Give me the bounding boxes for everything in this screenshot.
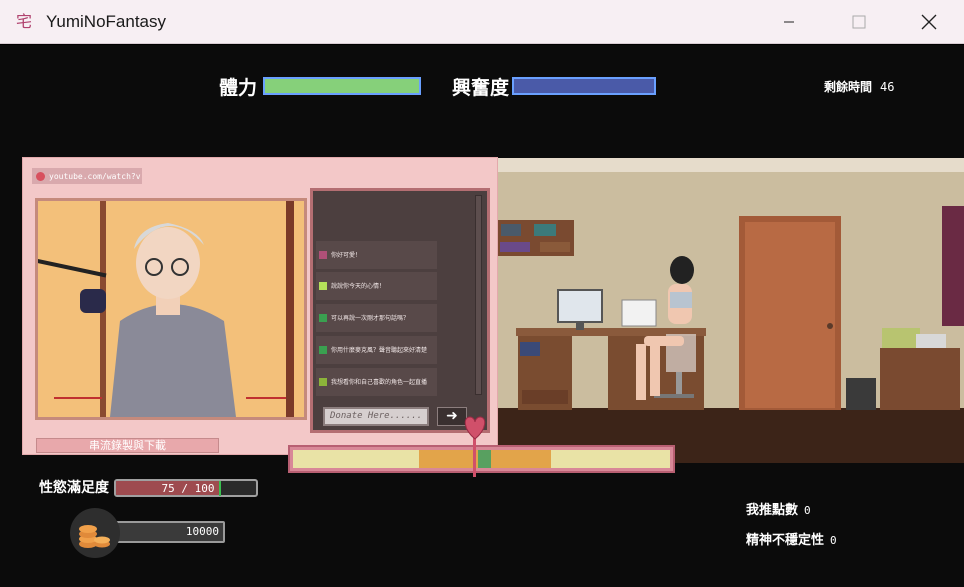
chat-message: 我想看你和自己喜歡的角色一起直播 — [316, 368, 437, 396]
record-dot-icon — [36, 171, 45, 181]
time-value: 46 — [880, 80, 895, 94]
mental-instability-value: 0 — [830, 534, 837, 547]
arrow-right-icon: ➜ — [446, 408, 458, 424]
minimize-button[interactable] — [754, 0, 824, 44]
minimize-icon — [784, 21, 794, 23]
satisfaction-bar: 75 / 100 — [114, 479, 258, 497]
maximize-button[interactable] — [824, 0, 894, 44]
chat-message-text: 說說你今天的心情！ — [331, 282, 386, 290]
chat-message-text: 可以再說一次剛才那句話嗎？ — [331, 314, 410, 322]
stamina-bar — [263, 77, 421, 95]
close-button[interactable] — [894, 0, 964, 44]
satisfaction-value: 75 / 100 — [161, 482, 215, 495]
url-text: youtube.com/watch?v — [49, 171, 141, 181]
heart-marker-icon[interactable] — [461, 415, 489, 477]
stamina-bar-fill — [265, 79, 419, 93]
satisfaction-threshold-marker — [219, 481, 221, 496]
satisfaction-label: 性慾滿足度 — [39, 480, 109, 496]
stamina-label: 體力 — [219, 77, 258, 99]
mental-instability-label: 精神不穩定性 — [746, 533, 825, 548]
window-title-bar: 宅 YumiNoFantasy — [0, 0, 964, 44]
oshi-points-label: 我推點數 — [746, 503, 799, 518]
chat-user-color-icon — [319, 314, 327, 322]
record-download-button[interactable]: 串流錄製與下載 — [36, 438, 219, 453]
chat-message: 說說你今天的心情！ — [316, 272, 437, 300]
window-title: YumiNoFantasy — [46, 11, 166, 31]
chat-message: 你好可愛！ — [316, 241, 437, 269]
chat-message-text: 你用什麼麥克風？聲音聽起來好清楚 — [331, 346, 428, 354]
stream-video — [35, 198, 307, 420]
donate-input[interactable]: Donate Here...... — [323, 407, 429, 426]
coin-stack-icon — [70, 508, 120, 558]
chat-user-color-icon — [319, 378, 327, 386]
time-label: 剩餘時間 — [824, 80, 873, 94]
chat-message-text: 你好可愛！ — [331, 251, 362, 259]
close-icon — [921, 14, 937, 30]
chat-panel: 你好可愛！ 說說你今天的心情！ 可以再說一次剛才那句話嗎？ 你用什麼麥克風？聲音… — [310, 188, 490, 433]
oshi-points-value: 0 — [804, 504, 811, 517]
money-display: 10000 — [113, 521, 225, 543]
chat-user-color-icon — [319, 251, 327, 259]
maximize-icon — [852, 15, 866, 29]
browser-url-bar: youtube.com/watch?v — [32, 168, 142, 184]
streamer-avatar-illustration — [38, 201, 304, 417]
game-area[interactable]: 體力 興奮度 剩餘時間 46 youtube.com/watch?v 你好可愛！… — [0, 45, 964, 587]
chat-user-color-icon — [319, 282, 327, 290]
room-illustration — [490, 158, 964, 463]
oshi-points: 我推點數 0 — [746, 499, 811, 518]
mental-instability: 精神不穩定性 0 — [746, 529, 837, 548]
excitement-label: 興奮度 — [452, 77, 510, 99]
stream-window: youtube.com/watch?v 你好可愛！ 說說你今天的心情！ 可以再說… — [22, 157, 498, 455]
excitement-bar — [512, 77, 656, 95]
chat-user-color-icon — [319, 346, 327, 354]
chat-scrollbar[interactable] — [475, 195, 482, 395]
excitement-bar-fill — [514, 79, 654, 93]
chat-message-text: 我想看你和自己喜歡的角色一起直播 — [331, 378, 428, 386]
app-icon: 宅 — [15, 11, 32, 31]
chat-message: 可以再說一次剛才那句話嗎？ — [316, 304, 437, 332]
time-remaining: 剩餘時間 46 — [824, 78, 894, 95]
chat-message: 你用什麼麥克風？聲音聽起來好清楚 — [316, 336, 437, 364]
room-scene — [490, 158, 964, 463]
